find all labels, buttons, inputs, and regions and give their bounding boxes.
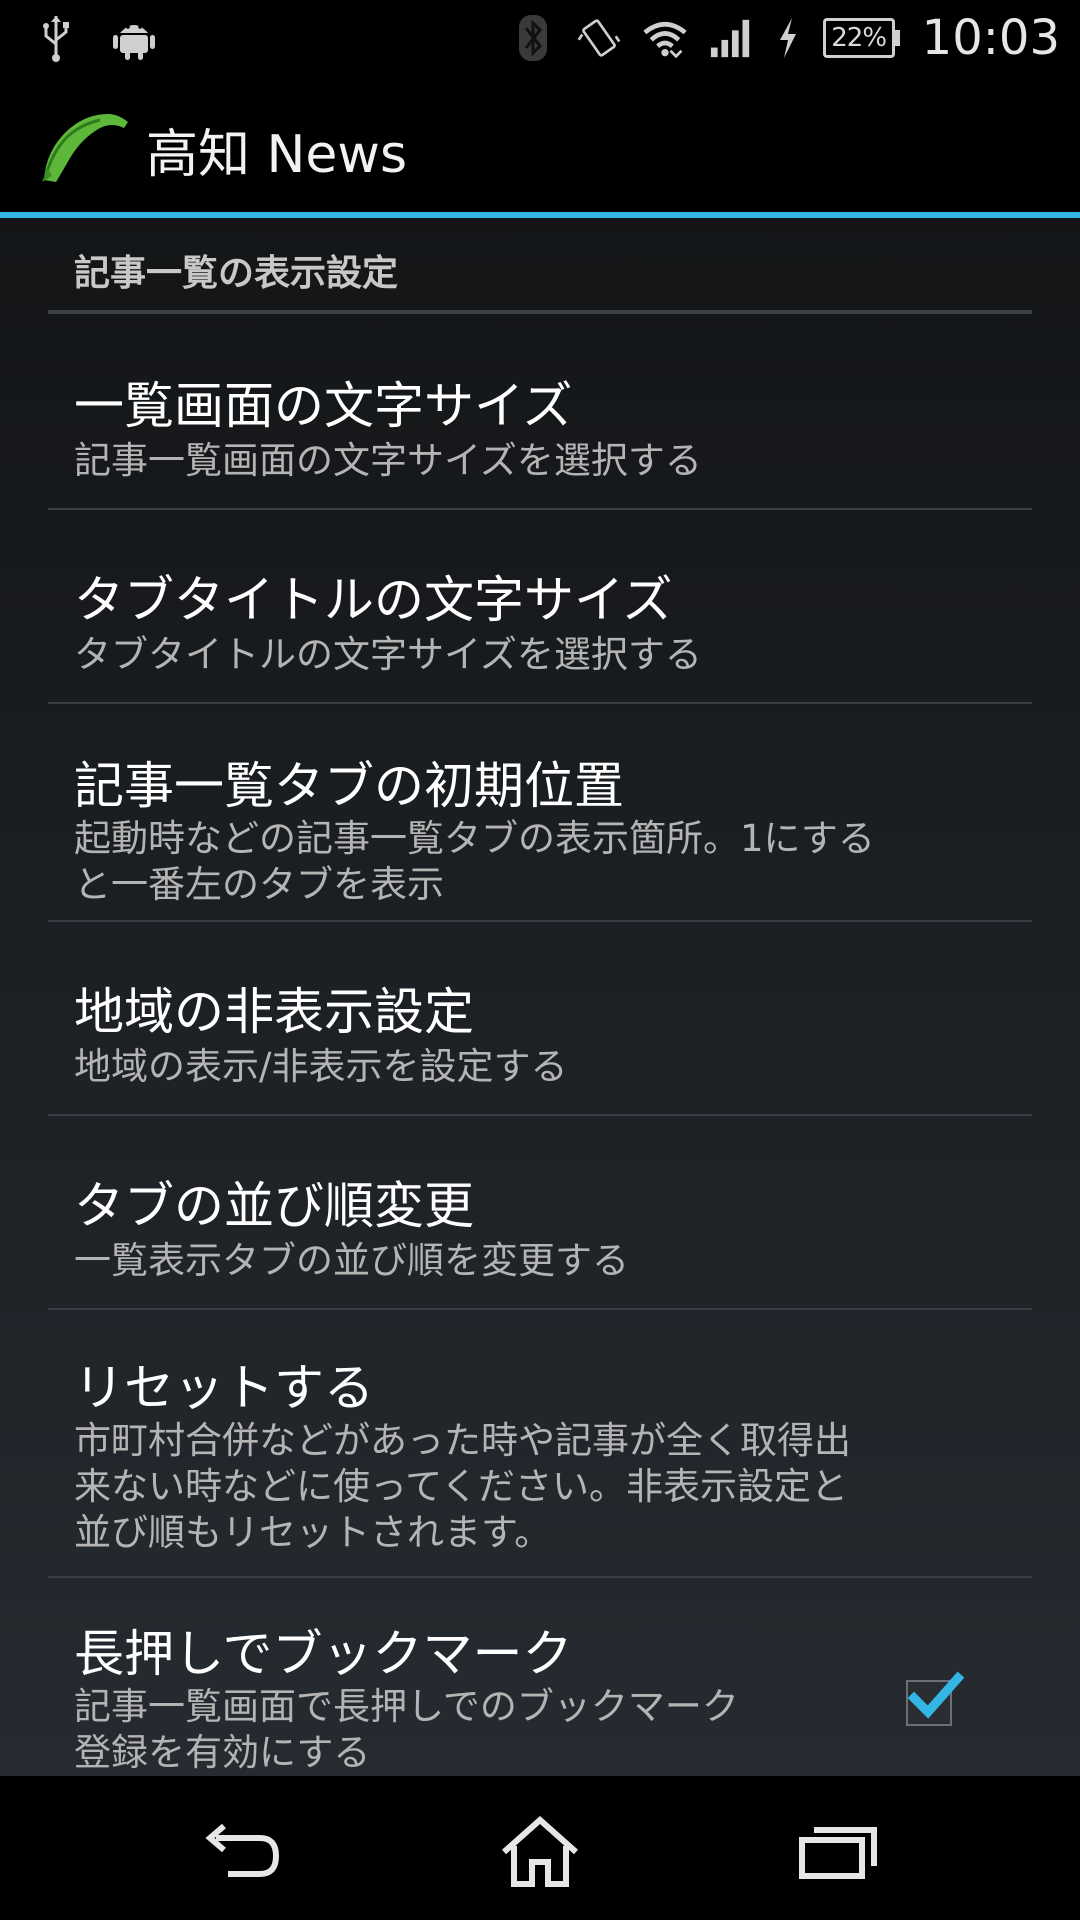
setting-summary: 一覧表示タブの並び順を変更する xyxy=(74,1239,629,1282)
setting-list-font-size[interactable]: 一覧画面の文字サイズ 記事一覧画面の文字サイズを選択する xyxy=(0,314,1080,506)
checkmark-icon xyxy=(907,1671,965,1719)
battery-icon: 22% xyxy=(822,18,900,58)
setting-summary-line: 登録を有効にする xyxy=(74,1731,371,1774)
setting-title: 一覧画面の文字サイズ xyxy=(74,377,573,435)
setting-summary: タブタイトルの文字サイズを選択する xyxy=(74,633,702,676)
setting-region-hide[interactable]: 地域の非表示設定 地域の表示/非表示を設定する xyxy=(0,922,1080,1114)
setting-title: 長押しでブックマーク xyxy=(74,1625,573,1683)
setting-title: 地域の非表示設定 xyxy=(74,983,474,1041)
wifi-icon xyxy=(643,16,687,60)
setting-title: タブの並び順変更 xyxy=(74,1177,474,1235)
status-bar: 22% 10:03 xyxy=(0,0,1080,76)
kochi-map-logo-icon[interactable] xyxy=(38,106,132,184)
setting-initial-tab-position[interactable]: 記事一覧タブの初期位置 起動時などの記事一覧タブの表示箇所。1にする と一番左の… xyxy=(0,704,1080,920)
setting-title: 記事一覧タブの初期位置 xyxy=(74,757,624,815)
setting-summary: 地域の表示/非表示を設定する xyxy=(74,1045,568,1088)
setting-tab-title-font-size[interactable]: タブタイトルの文字サイズ タブタイトルの文字サイズを選択する xyxy=(0,510,1080,702)
home-icon[interactable] xyxy=(492,1812,588,1892)
setting-summary-line: 来ない時などに使ってください。非表示設定と xyxy=(74,1465,849,1508)
signal-icon xyxy=(709,16,753,60)
setting-title: リセットする xyxy=(74,1359,374,1417)
setting-summary: 記事一覧画面の文字サイズを選択する xyxy=(74,439,702,482)
navigation-bar xyxy=(0,1776,1080,1920)
back-icon[interactable] xyxy=(194,1812,290,1892)
clock: 10:03 xyxy=(921,10,1060,66)
android-icon xyxy=(112,16,156,60)
setting-summary-line: 起動時などの記事一覧タブの表示箇所。1にする xyxy=(74,817,875,860)
setting-long-press-bookmark[interactable]: 長押しでブックマーク 記事一覧画面で長押しでのブックマーク 登録を有効にする xyxy=(0,1578,1080,1776)
setting-title: タブタイトルの文字サイズ xyxy=(74,571,673,629)
bluetooth-icon xyxy=(511,15,555,61)
action-bar: 高知 News xyxy=(0,76,1080,212)
setting-tab-order[interactable]: タブの並び順変更 一覧表示タブの並び順を変更する xyxy=(0,1116,1080,1308)
usb-icon xyxy=(34,16,78,62)
battery-percent: 22% xyxy=(822,18,895,58)
section-header: 記事一覧の表示設定 xyxy=(74,253,399,294)
setting-summary-line: 市町村合併などがあった時や記事が全く取得出 xyxy=(74,1419,851,1462)
charging-icon xyxy=(775,16,801,60)
settings-list[interactable]: 記事一覧の表示設定 一覧画面の文字サイズ 記事一覧画面の文字サイズを選択する タ… xyxy=(0,218,1080,1776)
setting-summary-line: 並び順もリセットされます。 xyxy=(74,1511,552,1554)
app-title: 高知 News xyxy=(146,125,408,185)
recents-icon[interactable] xyxy=(790,1812,886,1892)
setting-summary-line: と一番左のタブを表示 xyxy=(74,863,444,906)
bookmark-checkbox[interactable] xyxy=(906,1671,965,1726)
setting-summary-line: 記事一覧画面で長押しでのブックマーク xyxy=(74,1685,739,1728)
vibrate-icon xyxy=(577,16,621,60)
setting-reset[interactable]: リセットする 市町村合併などがあった時や記事が全く取得出 来ない時などに使ってく… xyxy=(0,1310,1080,1576)
